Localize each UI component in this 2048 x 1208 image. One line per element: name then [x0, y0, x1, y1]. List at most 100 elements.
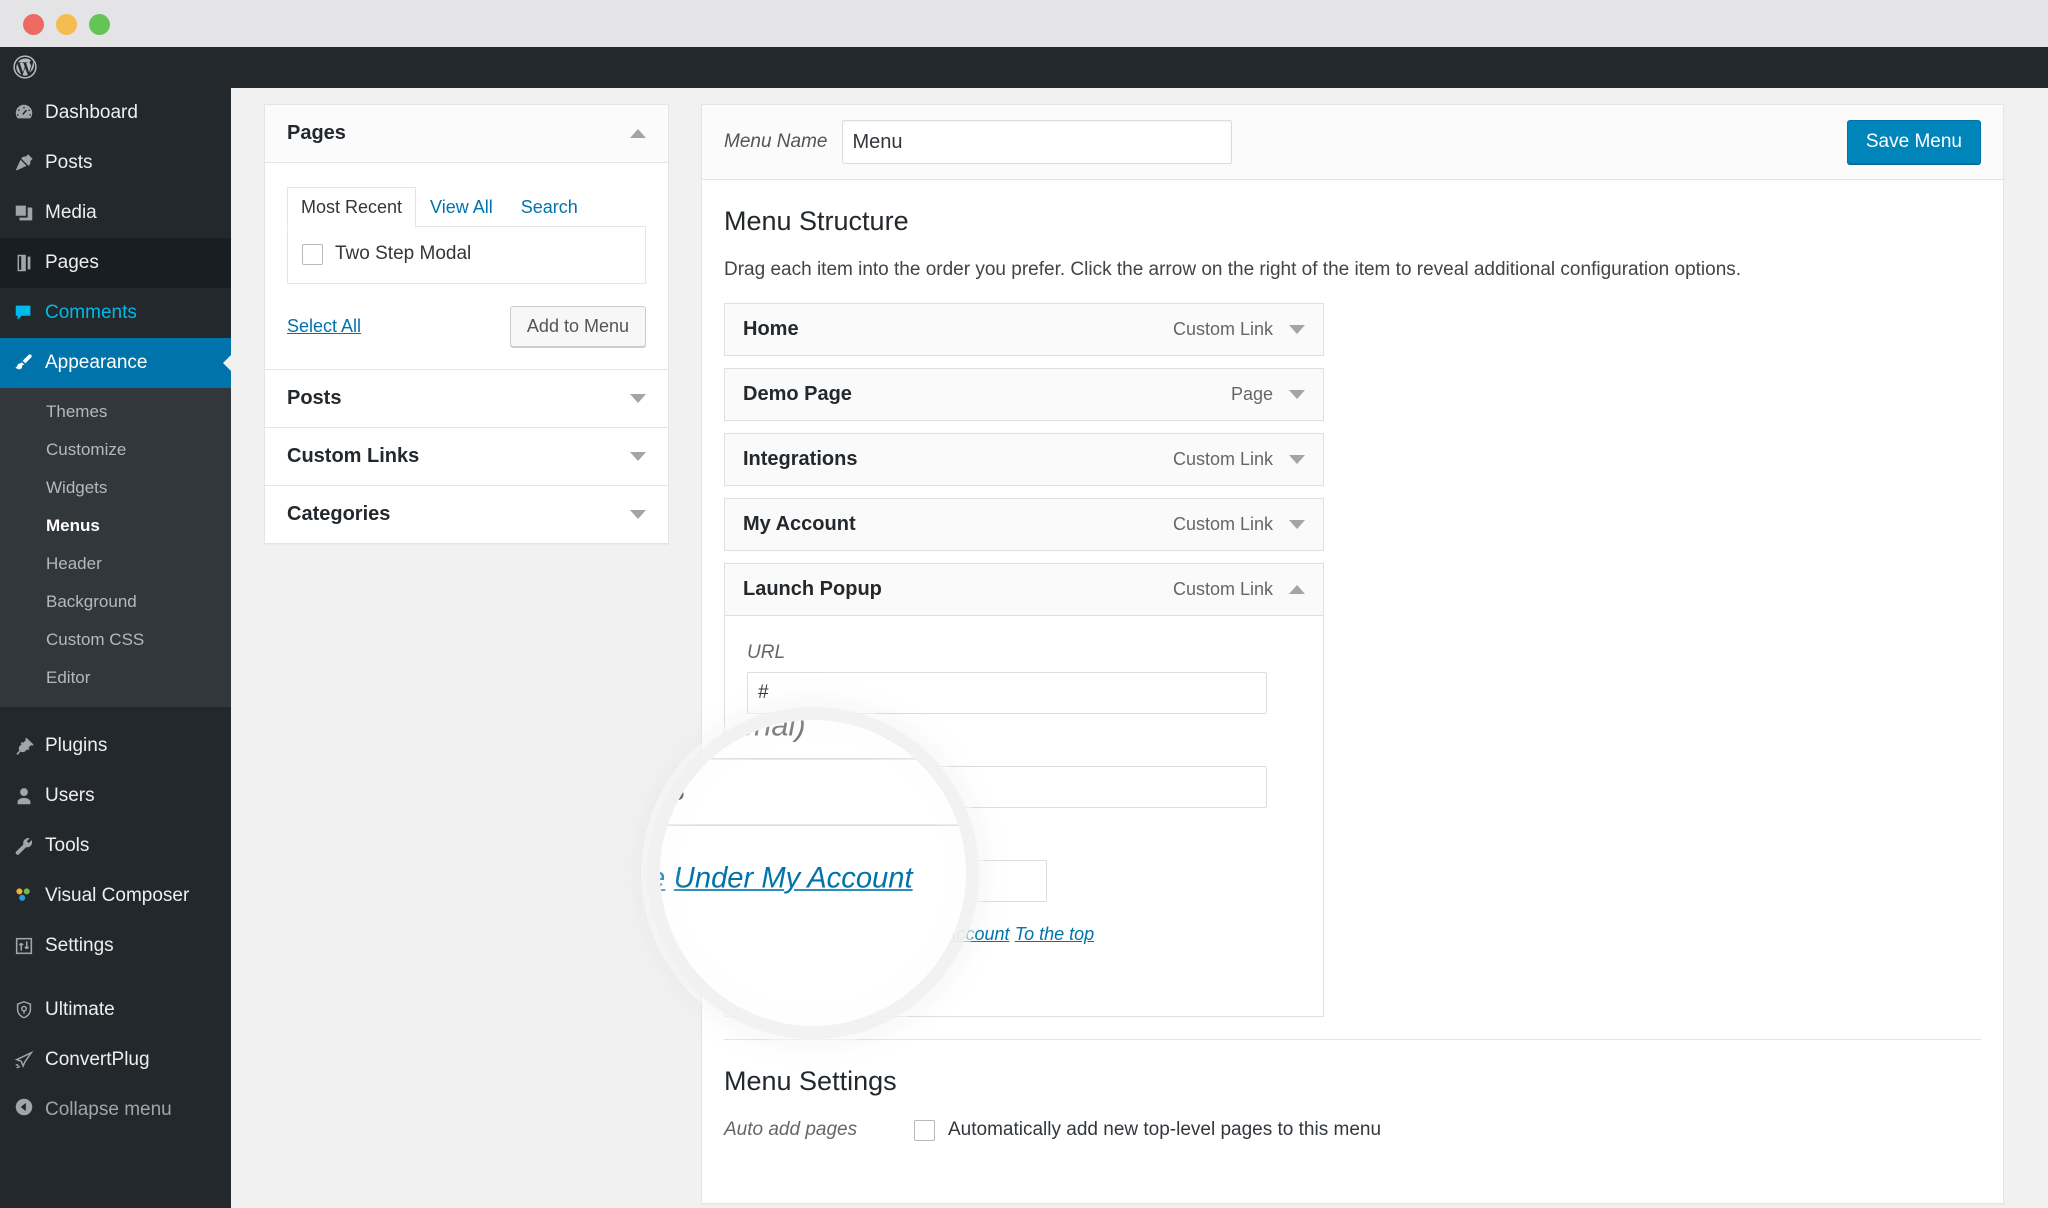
select-all-link[interactable]: Select All — [287, 316, 361, 337]
submenu-item-background[interactable]: Background — [0, 583, 231, 621]
sidebar-item-posts[interactable]: Posts — [0, 138, 231, 188]
menu-item-row[interactable]: Integrations Custom Link — [724, 433, 1324, 486]
sidebar-item-dashboard[interactable]: Dashboard — [0, 88, 231, 138]
tab-search[interactable]: Search — [507, 187, 592, 228]
add-to-menu-button[interactable]: Add to Menu — [509, 306, 646, 347]
accordion-title-posts[interactable]: Posts — [265, 370, 668, 427]
pages-tab-panel: Two Step Modal — [287, 226, 646, 284]
menu-item-controls: Custom Link — [1173, 579, 1305, 600]
sidebar-item-settings[interactable]: Settings — [0, 921, 231, 971]
tab-view-all[interactable]: View All — [416, 187, 507, 228]
menu-item-handle[interactable]: Launch Popup Custom Link — [725, 564, 1323, 615]
menu-item-row[interactable]: Home Custom Link — [724, 303, 1324, 356]
menu-item-row[interactable]: My Account Custom Link — [724, 498, 1324, 551]
chevron-down-icon[interactable] — [630, 394, 646, 403]
move-to-top-link[interactable]: To the top — [1015, 924, 1094, 944]
submenu-item-editor[interactable]: Editor — [0, 659, 231, 697]
menu-item-title: Launch Popup — [743, 578, 882, 600]
submenu-item-menus[interactable]: Menus — [0, 507, 231, 545]
page-checkbox[interactable] — [302, 243, 323, 265]
appearance-submenu: Themes Customize Widgets Menus Header Ba… — [0, 388, 231, 707]
auto-add-pages-label: Auto add pages — [724, 1119, 858, 1140]
sidebar-item-appearance[interactable]: Appearance — [0, 338, 232, 388]
chevron-down-icon[interactable] — [1289, 455, 1305, 464]
submenu-item-customize[interactable]: Customize — [0, 431, 231, 469]
menu-item-type: Custom Link — [1172, 514, 1273, 534]
sidebar-divider — [0, 707, 231, 721]
remove-link[interactable]: Remove — [747, 968, 818, 989]
menu-item-handle[interactable]: Home Custom Link — [725, 304, 1323, 355]
auto-add-pages-checkbox-label: Automatically add new top-level pages to… — [948, 1119, 1382, 1140]
sidebar-label: Media — [45, 202, 97, 223]
sidebar-item-users[interactable]: Users — [0, 771, 231, 821]
wrench-icon — [13, 834, 45, 858]
sidebar-label: Tools — [45, 835, 90, 856]
accordion-title-categories[interactable]: Categories — [265, 486, 668, 543]
submenu-item-header[interactable]: Header — [0, 545, 231, 583]
menu-name-input[interactable] — [841, 120, 1232, 164]
navigation-label-input[interactable] — [747, 766, 1267, 808]
menu-settings-column: Pages Most Recent View All Search Two St… — [264, 104, 669, 544]
dashboard-icon — [13, 101, 45, 125]
sidebar-label: Visual Composer — [45, 885, 190, 906]
close-button[interactable] — [23, 14, 44, 35]
accordion-title-custom-links[interactable]: Custom Links — [265, 428, 668, 485]
menu-item-row[interactable]: Demo Page Page — [724, 368, 1324, 421]
shield-icon — [13, 998, 45, 1022]
submenu-item-widgets[interactable]: Widgets — [0, 469, 231, 507]
submenu-item-themes[interactable]: Themes — [0, 393, 231, 431]
chevron-up-icon[interactable] — [630, 129, 646, 138]
chevron-down-icon[interactable] — [1289, 390, 1305, 399]
move-up-one-link[interactable]: Up one — [799, 924, 857, 944]
sidebar-label: Ultimate — [45, 999, 115, 1020]
nav-menus-page: Pages Most Recent View All Search Two St… — [231, 88, 2048, 1208]
tab-most-recent[interactable]: Most Recent — [287, 187, 417, 228]
sidebar-item-ultimate[interactable]: Ultimate — [0, 985, 231, 1035]
menu-structure-title: Menu Structure — [724, 206, 909, 236]
menu-name-label: Menu Name — [724, 131, 828, 152]
menu-item-controls: Custom Link — [1173, 449, 1305, 470]
accordion-title-pages[interactable]: Pages — [265, 105, 668, 163]
move-under-link[interactable]: Under My Account — [862, 924, 1009, 944]
menu-item-handle[interactable]: Integrations Custom Link — [725, 434, 1323, 485]
minimize-button[interactable] — [56, 14, 77, 35]
menu-item-type: Page — [1230, 384, 1273, 404]
chevron-down-icon[interactable] — [630, 452, 646, 461]
cancel-link[interactable]: Cancel — [849, 968, 905, 988]
sidebar-item-media[interactable]: Media — [0, 188, 231, 238]
url-input[interactable] — [747, 672, 1267, 714]
window-titlebar — [0, 0, 2048, 47]
submenu-item-custom-css[interactable]: Custom CSS — [0, 621, 231, 659]
sidebar-label: Comments — [45, 302, 137, 323]
sidebar-item-pages[interactable]: Pages — [0, 238, 231, 288]
zoom-button[interactable] — [89, 14, 110, 35]
css-classes-input[interactable] — [747, 860, 1047, 902]
sidebar-item-plugins[interactable]: Plugins — [0, 721, 231, 771]
wordpress-logo-icon[interactable] — [11, 53, 39, 81]
sidebar-item-convertplug[interactable]: ConvertPlug — [0, 1035, 231, 1085]
accordion-section-pages: Pages Most Recent View All Search Two St… — [265, 105, 668, 370]
menu-item-controls: Page — [1231, 384, 1305, 405]
menu-item-row-expanded[interactable]: Launch Popup Custom Link — [724, 563, 1324, 616]
user-icon — [13, 784, 45, 808]
menu-item-controls: Custom Link — [1173, 319, 1305, 340]
accordion-label: Categories — [287, 503, 391, 525]
auto-add-pages-control[interactable]: Automatically add new top-level pages to… — [914, 1119, 1381, 1141]
collapse-menu-button[interactable]: Collapse menu — [0, 1085, 231, 1135]
sidebar-item-comments[interactable]: Comments — [0, 288, 231, 338]
auto-add-pages-checkbox[interactable] — [914, 1119, 935, 1141]
chevron-down-icon[interactable] — [1289, 325, 1305, 334]
menu-item-type: Custom Link — [1172, 449, 1273, 469]
sidebar-item-tools[interactable]: Tools — [0, 821, 231, 871]
menu-item-handle[interactable]: Demo Page Page — [725, 369, 1323, 420]
list-item[interactable]: Two Step Modal — [302, 243, 631, 265]
chevron-up-icon[interactable] — [1289, 585, 1305, 594]
chevron-down-icon[interactable] — [630, 510, 646, 519]
wp-admin-bar — [0, 47, 2048, 88]
menu-edit-panel: Menu Name Save Menu Menu Structure Drag … — [701, 104, 2004, 1204]
sidebar-item-visual-composer[interactable]: Visual Composer — [0, 871, 231, 921]
chevron-down-icon[interactable] — [1289, 520, 1305, 529]
menu-item-handle[interactable]: My Account Custom Link — [725, 499, 1323, 550]
menu-item-actions: Remove | Cancel — [747, 968, 1301, 990]
save-menu-button[interactable]: Save Menu — [1846, 120, 1981, 164]
